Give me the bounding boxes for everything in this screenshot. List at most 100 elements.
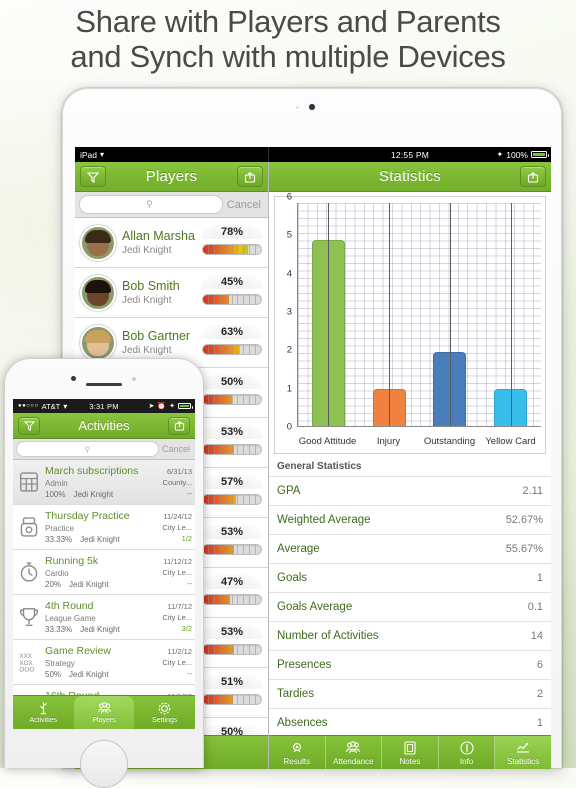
- cancel-button[interactable]: Cancel: [162, 444, 192, 454]
- player-progress: 78%: [201, 223, 263, 263]
- tab-players[interactable]: Players: [73, 696, 135, 729]
- tab-label: Statistics: [507, 756, 540, 766]
- tab-statistics[interactable]: Statistics: [495, 736, 551, 769]
- player-progress: 63%: [201, 323, 263, 363]
- statistic-value: 2: [536, 688, 543, 700]
- statistic-row: Tardies 2: [269, 679, 551, 708]
- chart-y-tick: 2: [286, 344, 292, 356]
- activity-date: 11/2/12: [167, 646, 192, 656]
- activity-role: Jedi Knight: [69, 669, 109, 679]
- player-percent: 53%: [201, 424, 263, 439]
- share-icon[interactable]: [168, 416, 190, 435]
- chart-y-tick: 5: [286, 229, 292, 241]
- player-row[interactable]: Bob Smith Jedi Knight 45%: [75, 268, 268, 318]
- chart-gridline: [328, 203, 330, 426]
- activity-place: City Le...: [162, 522, 192, 532]
- activity-row[interactable]: 4th Round League Game 33.33% Jedi Knight 11/…: [13, 595, 195, 640]
- statistics-bar-chart: 0 1 2 3 4 5 6 Good Attitude Injury Outstanding Ye…: [274, 192, 546, 454]
- activity-title: Running 5k: [45, 554, 99, 567]
- signal-icon: ●●○○○: [18, 403, 39, 409]
- iphone-speaker-icon: [86, 383, 122, 386]
- player-role: Jedi Knight: [122, 294, 172, 306]
- iphone-camera-icon: [71, 376, 76, 381]
- activities-list[interactable]: March subscriptions Admin 100% Jedi Knight 6…: [13, 460, 195, 729]
- activity-role: Jedi Knight: [69, 579, 109, 589]
- player-percent: 51%: [201, 674, 263, 689]
- filter-icon[interactable]: [18, 416, 40, 435]
- trophy-icon: [16, 604, 42, 630]
- activity-percent: 100%: [45, 489, 66, 499]
- activity-score: 1/2: [181, 533, 192, 543]
- players-navbar: Players: [75, 162, 268, 192]
- activity-row[interactable]: Thursday Practice Practice 33.33% Jedi Knig…: [13, 505, 195, 550]
- battery-icon: [531, 151, 549, 158]
- player-progress: 51%: [201, 673, 263, 713]
- ipad-statusbar-right: 12:55 PM ✦ 100%: [269, 147, 551, 162]
- tab-settings[interactable]: Settings: [134, 696, 195, 729]
- player-row[interactable]: Allan Marshall Jedi Knight 78%: [75, 218, 268, 268]
- player-percent: 78%: [201, 224, 263, 239]
- chart-x-tick: Outstanding: [423, 436, 476, 447]
- tab-info[interactable]: Info: [439, 736, 496, 769]
- activity-title: Game Review: [45, 644, 111, 657]
- activity-row[interactable]: March subscriptions Admin 100% Jedi Knight 6…: [13, 460, 195, 505]
- tab-results[interactable]: Results: [269, 736, 326, 769]
- location-icon: ➤: [148, 403, 155, 410]
- home-button[interactable]: [80, 740, 128, 788]
- chart-y-axis: 0 1 2 3 4 5 6: [275, 192, 295, 433]
- filter-icon[interactable]: [80, 166, 106, 187]
- share-icon[interactable]: [520, 166, 546, 187]
- activity-score: --: [187, 668, 192, 678]
- statistic-value: 14: [530, 630, 543, 642]
- player-progress: 50%: [201, 373, 263, 413]
- statistic-value: 2.11: [522, 485, 543, 497]
- people-icon: [346, 740, 361, 753]
- player-percent: 50%: [201, 374, 263, 389]
- activity-score: --: [187, 578, 192, 588]
- statistics-navbar: Statistics: [269, 162, 551, 192]
- avatar: [80, 324, 116, 361]
- activity-row[interactable]: XXX XOX OOO Game Review Strategy 50% Jedi Knig…: [13, 640, 195, 685]
- activity-percent: 33.33%: [45, 624, 73, 634]
- statistic-label: Average: [277, 543, 320, 555]
- activity-date: 6/31/13: [166, 466, 192, 476]
- tab-label: Settings: [152, 717, 178, 724]
- chart-y-tick: 3: [286, 306, 292, 318]
- tab-notes[interactable]: Notes: [382, 736, 439, 769]
- statistic-label: Weighted Average: [277, 514, 371, 526]
- chart-icon: [517, 742, 530, 753]
- strategy-icon: XXX XOX OOO: [16, 649, 42, 675]
- tab-activities[interactable]: Activities: [13, 696, 74, 729]
- page-title: Share with Players and Parents and Synch…: [0, 4, 576, 74]
- tab-label: Notes: [399, 756, 421, 766]
- search-input[interactable]: ⚲: [16, 441, 159, 457]
- activity-type: Strategy: [45, 658, 75, 668]
- statistic-label: Goals Average: [277, 601, 353, 613]
- chart-y-tick: 6: [286, 191, 292, 203]
- activity-role: Jedi Knight: [80, 534, 120, 544]
- activity-percent: 33.33%: [45, 534, 73, 544]
- activity-score: --: [187, 488, 192, 498]
- activities-search-row: ⚲ Cancel: [13, 439, 195, 460]
- cancel-button[interactable]: Cancel: [227, 199, 264, 211]
- activity-place: City Le...: [162, 567, 192, 577]
- players-title: Players: [145, 168, 198, 185]
- calculator-icon: [16, 469, 42, 495]
- chart-y-tick: 1: [286, 383, 292, 395]
- chart-x-tick: Injury: [376, 436, 401, 447]
- iphone-screen: ●●○○○ AT&T ▾ 3:31 PM ➤ ⏰ ✦ Activities ⚲ …: [13, 399, 195, 729]
- share-icon[interactable]: [237, 166, 263, 187]
- player-progress: 53%: [201, 623, 263, 663]
- iphone-sensor-icon: [132, 377, 136, 381]
- wifi-icon: ▾: [63, 401, 68, 411]
- player-percent: 53%: [201, 624, 263, 639]
- statistic-value: 1: [536, 572, 543, 584]
- tab-attendance[interactable]: Attendance: [326, 736, 383, 769]
- chart-gridline: [449, 203, 451, 426]
- chart-plot-area: [297, 203, 541, 427]
- activity-row[interactable]: Running 5k Cardio 20% Jedi Knight 11/12/12 Ci…: [13, 550, 195, 595]
- search-input[interactable]: ⚲: [79, 195, 223, 214]
- statistic-row: Goals Average 0.1: [269, 592, 551, 621]
- player-progress: 57%: [201, 473, 263, 513]
- player-percent: 47%: [201, 574, 263, 589]
